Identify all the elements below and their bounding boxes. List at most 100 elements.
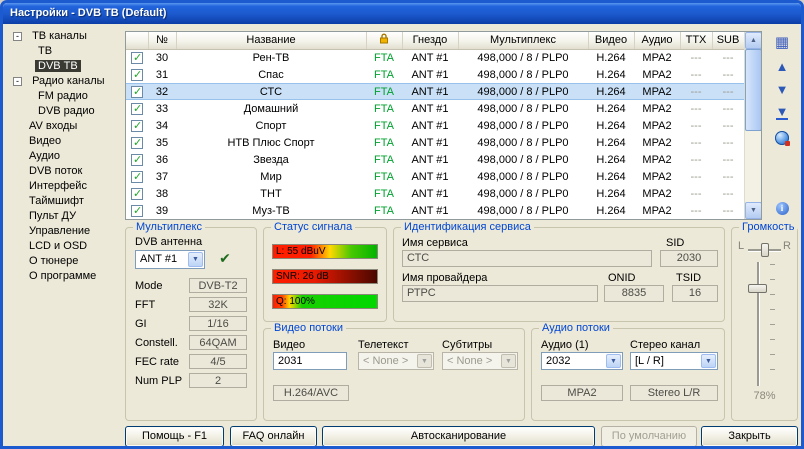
channel-name: Домашний [176, 100, 366, 117]
signal-quality-label: Q: 100% [276, 296, 315, 307]
channel-access: FTA [366, 202, 402, 219]
channel-access: FTA [366, 66, 402, 83]
sidebar-item[interactable]: LCD и OSD [7, 239, 125, 254]
move-up-button[interactable]: ▲ [769, 55, 795, 77]
header-socket[interactable]: Гнездо [402, 32, 458, 49]
scroll-thumb[interactable] [745, 49, 762, 131]
antenna-select[interactable]: ANT #1 ▼ [135, 250, 205, 269]
sidebar-item[interactable]: FM радио [7, 89, 125, 104]
header-video[interactable]: Видео [588, 32, 634, 49]
table-row[interactable]: 33 Домашний FTA ANT #1 498,000 / 8 / PLP… [126, 100, 744, 117]
channel-enabled-checkbox[interactable] [131, 188, 143, 200]
channel-multiplex: 498,000 / 8 / PLP0 [458, 185, 588, 202]
sidebar-item[interactable]: Пульт ДУ [7, 209, 125, 224]
move-to-bottom-button[interactable]: ▼ [769, 101, 795, 123]
sidebar-item[interactable]: Видео [7, 134, 125, 149]
channel-enabled-checkbox[interactable] [131, 86, 143, 98]
header-checkbox-column[interactable] [126, 32, 148, 49]
channel-number: 33 [148, 100, 176, 117]
header-sub[interactable]: SUB [712, 32, 744, 49]
channel-sub: --- [712, 83, 744, 100]
channel-enabled-checkbox[interactable] [131, 103, 143, 115]
tree-expander-icon[interactable]: - [13, 77, 22, 86]
header-audio[interactable]: Аудио [634, 32, 680, 49]
table-row[interactable]: 39 Муз-ТВ FTA ANT #1 498,000 / 8 / PLP0 … [126, 202, 744, 219]
web-export-button[interactable] [769, 127, 795, 149]
header-lock-column[interactable] [366, 32, 402, 49]
signal-snr-label: SNR: 26 dB [276, 271, 329, 282]
channel-audio-codec: MPA2 [634, 100, 680, 117]
sidebar-item-label: Интерфейс [26, 180, 90, 192]
channel-enabled-checkbox[interactable] [131, 137, 143, 149]
video-pid-label: Видео [273, 339, 305, 351]
defaults-button: По умолчанию [601, 426, 697, 447]
table-row[interactable]: 38 ТНТ FTA ANT #1 498,000 / 8 / PLP0 H.2… [126, 185, 744, 202]
sidebar-item[interactable]: DVB ТВ [7, 59, 125, 74]
channel-enabled-checkbox[interactable] [131, 69, 143, 81]
arrow-down-icon: ▼ [750, 207, 757, 214]
volume-slider-track[interactable] [757, 262, 759, 386]
sidebar-item[interactable]: AV входы [7, 119, 125, 134]
channel-socket: ANT #1 [402, 151, 458, 168]
header-multiplex[interactable]: Мультиплекс [458, 32, 588, 49]
channel-ttx: --- [680, 66, 712, 83]
sidebar-item[interactable]: - ТВ каналы [7, 29, 125, 44]
balance-slider-thumb[interactable] [761, 243, 769, 257]
sidebar-item[interactable]: ТВ [7, 44, 125, 59]
channel-name: Звезда [176, 151, 366, 168]
channel-video-codec: H.264 [588, 49, 634, 66]
channel-enabled-checkbox[interactable] [131, 120, 143, 132]
close-button[interactable]: Закрыть [701, 426, 798, 447]
scroll-down-button[interactable]: ▼ [745, 202, 762, 219]
channel-socket: ANT #1 [402, 100, 458, 117]
sidebar-item[interactable]: Таймшифт [7, 194, 125, 209]
table-row[interactable]: 31 Спас FTA ANT #1 498,000 / 8 / PLP0 H.… [126, 66, 744, 83]
sidebar-item[interactable]: - Радио каналы [7, 74, 125, 89]
multiplex-param-row: Mode DVB-T2 [126, 278, 256, 297]
channel-table: № Название Гнездо Мультиплекс Видео Ауди… [125, 31, 762, 220]
table-row[interactable]: 34 Спорт FTA ANT #1 498,000 / 8 / PLP0 H… [126, 117, 744, 134]
sidebar-item[interactable]: Интерфейс [7, 179, 125, 194]
table-row[interactable]: 30 Рен-ТВ FTA ANT #1 498,000 / 8 / PLP0 … [126, 49, 744, 66]
sidebar-item[interactable]: DVB поток [7, 164, 125, 179]
scroll-up-button[interactable]: ▲ [745, 32, 762, 49]
sidebar-item[interactable]: Управление [7, 224, 125, 239]
channel-sub: --- [712, 117, 744, 134]
channel-enabled-checkbox[interactable] [131, 205, 143, 217]
service-name-label: Имя сервиса [402, 237, 468, 249]
header-ttx[interactable]: TTX [680, 32, 712, 49]
channel-grid-button[interactable]: ▦ [769, 31, 795, 53]
autoscan-button[interactable]: Автосканирование [322, 426, 595, 447]
apply-antenna-button[interactable]: ✔ [212, 248, 238, 269]
channel-multiplex: 498,000 / 8 / PLP0 [458, 202, 588, 219]
sidebar-item[interactable]: О тюнере [7, 254, 125, 269]
help-button[interactable]: Помощь - F1 [125, 426, 224, 447]
sidebar-item-label: DVB поток [26, 165, 85, 177]
table-row[interactable]: 35 НТВ Плюс Спорт FTA ANT #1 498,000 / 8… [126, 134, 744, 151]
faq-button[interactable]: FAQ онлайн [230, 426, 317, 447]
header-number[interactable]: № [148, 32, 176, 49]
table-scrollbar[interactable]: ▲ ▼ [744, 32, 761, 219]
multiplex-param-row: Constell. 64QAM [126, 335, 256, 354]
move-down-button[interactable]: ▼ [769, 78, 795, 100]
channel-enabled-checkbox[interactable] [131, 154, 143, 166]
video-pid-input[interactable]: 2031 [273, 352, 347, 370]
stereo-channel-select[interactable]: [L / R] ▼ [630, 352, 718, 370]
info-button[interactable]: i [769, 197, 795, 219]
table-row[interactable]: 36 Звезда FTA ANT #1 498,000 / 8 / PLP0 … [126, 151, 744, 168]
sidebar-item[interactable]: О программе [7, 269, 125, 284]
channel-number: 38 [148, 185, 176, 202]
header-name[interactable]: Название [176, 32, 366, 49]
sidebar-item[interactable]: DVB радио [7, 104, 125, 119]
audio-pid-select[interactable]: 2032 ▼ [541, 352, 623, 370]
tree-expander-icon[interactable]: - [13, 32, 22, 41]
balance-left-label: L [738, 240, 744, 252]
table-row[interactable]: 37 Мир FTA ANT #1 498,000 / 8 / PLP0 H.2… [126, 168, 744, 185]
sidebar-item[interactable]: Аудио [7, 149, 125, 164]
volume-slider-thumb[interactable] [748, 284, 767, 293]
channel-enabled-checkbox[interactable] [131, 171, 143, 183]
table-row[interactable]: 32 СТС FTA ANT #1 498,000 / 8 / PLP0 H.2… [126, 83, 744, 100]
title-bar[interactable]: Настройки - DVB ТВ (Default) [3, 3, 801, 24]
channel-ttx: --- [680, 168, 712, 185]
channel-enabled-checkbox[interactable] [131, 52, 143, 64]
